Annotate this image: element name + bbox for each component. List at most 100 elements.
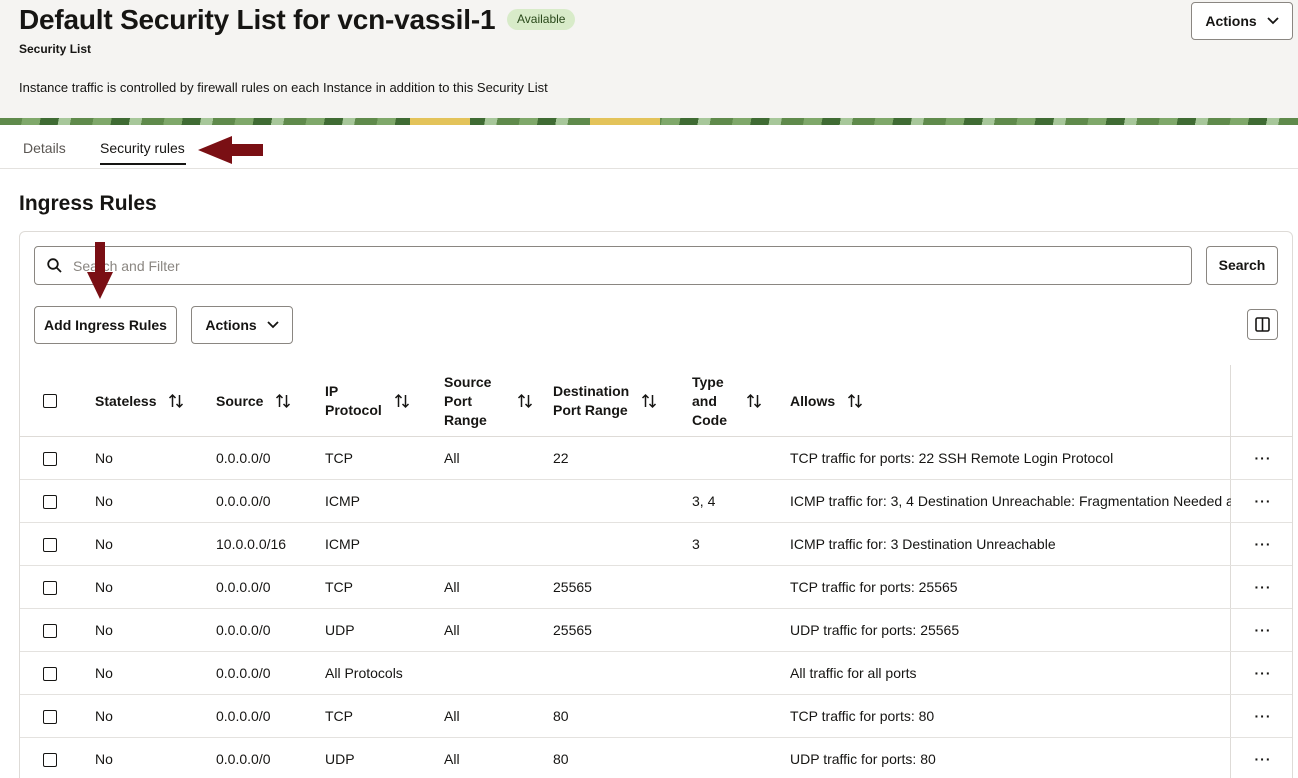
table-row: No 0.0.0.0/0 UDP All 80 UDP traffic for … (20, 738, 1292, 778)
table-row: No 0.0.0.0/0 ICMP 3, 4 ICMP traffic for:… (20, 480, 1292, 523)
row-more-actions-icon[interactable]: ··· (1253, 695, 1273, 738)
page-description: Instance traffic is controlled by firewa… (19, 80, 548, 95)
row-more-actions-icon[interactable]: ··· (1253, 437, 1273, 480)
search-button[interactable]: Search (1206, 246, 1278, 285)
cell-source: 10.0.0.0/16 (216, 536, 287, 552)
cell-allows: TCP traffic for ports: 22 SSH Remote Log… (790, 450, 1114, 466)
cell-stateless: No (95, 665, 113, 681)
cell-allows: ICMP traffic for: 3, 4 Destination Unrea… (790, 493, 1231, 509)
cell-stateless: No (95, 751, 113, 767)
cell-ip-protocol: All Protocols (325, 665, 403, 681)
column-header-stateless[interactable]: Stateless (95, 365, 184, 437)
column-header-destination-port-range[interactable]: Destination Port Range (553, 365, 657, 437)
select-all-checkbox-cell[interactable] (43, 365, 57, 437)
row-checkbox[interactable] (43, 537, 57, 552)
cell-type-and-code: 3, 4 (692, 493, 716, 509)
columns-icon (1255, 317, 1270, 332)
chevron-down-icon (267, 321, 279, 329)
cell-source: 0.0.0.0/0 (216, 622, 271, 638)
row-checkbox[interactable] (43, 494, 57, 509)
cell-ip-protocol: TCP (325, 579, 353, 595)
cell-ip-protocol: UDP (325, 622, 355, 638)
row-checkbox[interactable] (43, 666, 57, 681)
manage-columns-button[interactable] (1247, 309, 1278, 340)
annotation-arrow-left-icon (198, 136, 263, 164)
sort-icon[interactable] (168, 393, 184, 409)
column-header-type-and-code[interactable]: Type and Code (692, 365, 762, 437)
cell-destination-port-range: 25565 (553, 622, 592, 638)
cell-source-port-range: All (444, 708, 460, 724)
row-more-actions-icon[interactable]: ··· (1253, 566, 1273, 609)
page-title: Default Security List for vcn-vassil-1 (19, 4, 496, 35)
table-row: No 0.0.0.0/0 All Protocols All traffic f… (20, 652, 1292, 695)
table-row: No 0.0.0.0/0 TCP All 80 TCP traffic for … (20, 695, 1292, 738)
row-checkbox[interactable] (43, 451, 57, 466)
row-more-actions-icon[interactable]: ··· (1253, 480, 1273, 523)
row-checkbox[interactable] (43, 709, 57, 724)
cell-destination-port-range: 80 (553, 751, 569, 767)
sort-icon[interactable] (394, 393, 410, 409)
chevron-down-icon (1267, 17, 1279, 25)
cell-source: 0.0.0.0/0 (216, 579, 271, 595)
cell-allows: TCP traffic for ports: 25565 (790, 579, 958, 595)
cell-ip-protocol: ICMP (325, 536, 360, 552)
resource-type-label: Security List (19, 42, 92, 56)
column-header-ip-protocol[interactable]: IP Protocol (325, 365, 410, 437)
active-tab-indicator (100, 163, 186, 165)
cell-ip-protocol: ICMP (325, 493, 360, 509)
cell-destination-port-range: 80 (553, 708, 569, 724)
table-actions-button[interactable]: Actions (191, 306, 293, 344)
cell-ip-protocol: UDP (325, 751, 355, 767)
select-all-checkbox[interactable] (43, 394, 57, 408)
table-actions-label: Actions (205, 317, 257, 333)
table-row: No 10.0.0.0/16 ICMP 3 ICMP traffic for: … (20, 523, 1292, 566)
row-checkbox[interactable] (43, 752, 57, 767)
cell-ip-protocol: TCP (325, 708, 353, 724)
cell-source: 0.0.0.0/0 (216, 493, 271, 509)
tab-bar: Details Security rules (0, 125, 1298, 169)
column-header-source[interactable]: Source (216, 365, 291, 437)
table-header: Stateless Source IP Protocol Source Port Ra… (20, 365, 1292, 437)
sort-icon[interactable] (275, 393, 291, 409)
decorative-banner (0, 118, 1298, 125)
row-more-actions-icon[interactable]: ··· (1253, 523, 1273, 566)
table-row: No 0.0.0.0/0 TCP All 22 TCP traffic for … (20, 437, 1292, 480)
row-more-actions-icon[interactable]: ··· (1253, 738, 1273, 778)
sort-icon[interactable] (746, 393, 762, 409)
row-checkbox[interactable] (43, 580, 57, 595)
cell-destination-port-range: 25565 (553, 579, 592, 595)
cell-ip-protocol: TCP (325, 450, 353, 466)
status-badge: Available (507, 9, 576, 30)
row-more-actions-icon[interactable]: ··· (1253, 609, 1273, 652)
row-more-actions-icon[interactable]: ··· (1253, 652, 1273, 695)
cell-stateless: No (95, 536, 113, 552)
cell-stateless: No (95, 708, 113, 724)
cell-stateless: No (95, 450, 113, 466)
cell-source: 0.0.0.0/0 (216, 450, 271, 466)
section-title: Ingress Rules (19, 192, 157, 215)
search-input[interactable] (73, 255, 1173, 277)
page-header: Default Security List for vcn-vassil-1 A… (0, 0, 1298, 118)
cell-stateless: No (95, 622, 113, 638)
table-row: No 0.0.0.0/0 UDP All 25565 UDP traffic f… (20, 609, 1292, 652)
cell-source-port-range: All (444, 751, 460, 767)
cell-allows: ICMP traffic for: 3 Destination Unreacha… (790, 536, 1056, 552)
sort-icon[interactable] (641, 393, 657, 409)
sort-icon[interactable] (517, 393, 533, 409)
search-field[interactable] (34, 246, 1192, 285)
column-header-source-port-range[interactable]: Source Port Range (444, 365, 533, 437)
search-icon (47, 258, 62, 273)
cell-source: 0.0.0.0/0 (216, 751, 271, 767)
add-ingress-rules-button[interactable]: Add Ingress Rules (34, 306, 177, 344)
tab-details[interactable]: Details (23, 140, 66, 156)
cell-destination-port-range: 22 (553, 450, 569, 466)
row-checkbox[interactable] (43, 623, 57, 638)
cell-allows: UDP traffic for ports: 80 (790, 751, 936, 767)
tab-security-rules[interactable]: Security rules (100, 140, 185, 156)
cell-stateless: No (95, 579, 113, 595)
cell-allows: TCP traffic for ports: 80 (790, 708, 935, 724)
header-actions-button[interactable]: Actions (1191, 2, 1293, 40)
sort-icon[interactable] (847, 393, 863, 409)
column-header-allows[interactable]: Allows (790, 365, 863, 437)
cell-type-and-code: 3 (692, 536, 700, 552)
